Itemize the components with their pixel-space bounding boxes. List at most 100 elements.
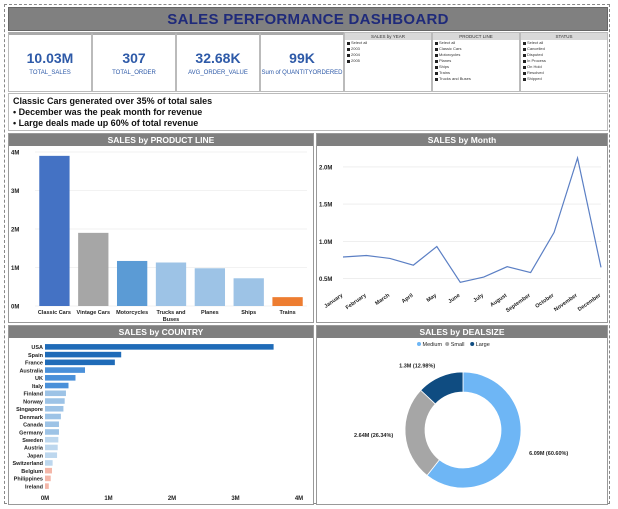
- data-label: 1.3M (12.98%): [399, 364, 435, 370]
- panel-month: SALES by Month 0.5M 1.0M 1.5M 2.0M January Fe…: [316, 133, 608, 323]
- legend-marker: [470, 342, 475, 346]
- slicer-status[interactable]: STATUS Select all Cancelled Disputed In …: [520, 32, 608, 92]
- bar: [45, 436, 59, 443]
- kpi-value: 10.03M: [26, 50, 74, 66]
- x-tick-label: Ships: [241, 310, 256, 316]
- x-tick-label: Vintage Cars: [77, 310, 111, 316]
- y-tick-label: 2M: [11, 228, 19, 234]
- insight-text: December was the peak month for revenue: [18, 107, 203, 117]
- panel-title: SALES by DEALSIZE: [317, 326, 607, 338]
- x-tick-label: July: [472, 292, 485, 304]
- bar: [45, 483, 49, 489]
- legend-label: Medium: [423, 342, 443, 348]
- data-label: 2.64M (26.34%): [354, 433, 393, 439]
- kpi-label: TOTAL_ORDER: [112, 70, 156, 76]
- bar: [45, 344, 274, 350]
- kpi-label: TOTAL_SALES: [29, 70, 71, 76]
- y-tick-label: Ireland: [25, 484, 43, 490]
- legend-marker: [445, 342, 450, 346]
- bar: [45, 421, 59, 428]
- slicer-row: SALES by YEAR Select all 2003 2004 2005 …: [344, 32, 608, 92]
- country-bar-chart: USA Spain FranceAustralia UK Italy FinlandNor…: [12, 344, 303, 502]
- kpi-label: Sum of QUANTITYORDERED: [261, 70, 343, 76]
- bar: [78, 232, 109, 306]
- x-tick-label: March: [374, 292, 391, 307]
- bar: [45, 452, 58, 458]
- legend-marker: [417, 342, 421, 346]
- legend-label: Small: [451, 342, 465, 348]
- kpi-row: 10.03M TOTAL_SALES 307 TOTAL_ORDER 32.68…: [8, 32, 344, 92]
- bar: [116, 260, 148, 306]
- x-tick-label: June: [447, 293, 461, 305]
- bar: [45, 382, 69, 389]
- bar: [45, 398, 65, 404]
- x-tick-label: 1M: [104, 496, 112, 502]
- y-tick-label: France: [25, 361, 43, 367]
- panel-title: SALES by COUNTRY: [9, 326, 313, 338]
- x-tick-label: December: [577, 292, 603, 313]
- series-line: [342, 155, 602, 283]
- y-tick-label: Sweden: [22, 438, 43, 444]
- panel-product-line: SALES by PRODUCT LINE 0M 1M 2M 3M 4M Classic …: [8, 133, 314, 323]
- y-tick-label: Norway: [23, 399, 44, 405]
- x-tick-label: January: [323, 292, 344, 310]
- bar: [45, 375, 76, 381]
- x-tick-label: May: [426, 292, 439, 304]
- product-line-bar-chart: 0M 1M 2M 3M 4M Classic Cars Vintage Cars Motorc…: [11, 151, 307, 322]
- x-tick-label: February: [345, 292, 368, 311]
- y-tick-label: 1.5M: [319, 203, 332, 209]
- bar: [194, 268, 226, 306]
- y-tick-label: UK: [35, 376, 43, 382]
- bar: [45, 467, 52, 474]
- y-tick-label: Finland: [23, 392, 43, 398]
- x-tick-label: October: [535, 292, 556, 310]
- insights-box: Classic Cars generated over 35% of total…: [8, 93, 608, 131]
- x-tick-label: Trains: [279, 310, 295, 316]
- bar: [45, 413, 61, 420]
- kpi-total-order: 307 TOTAL_ORDER: [92, 32, 176, 92]
- y-tick-label: 3M: [11, 189, 19, 195]
- x-tick-label: 3M: [231, 496, 239, 502]
- kpi-avg-order-value: 32.68K AVG_ORDER_VALUE: [176, 32, 260, 92]
- slicer-option[interactable]: Shipped: [521, 76, 607, 82]
- insight-text: Classic Cars generated over 35% of total…: [13, 96, 213, 106]
- x-tick-label: April: [401, 292, 415, 304]
- panel-title: SALES by PRODUCT LINE: [9, 134, 313, 146]
- y-tick-label: Canada: [23, 423, 44, 429]
- x-tick-label: August: [489, 293, 508, 309]
- kpi-value: 307: [122, 50, 146, 66]
- slicer-title: STATUS: [521, 33, 607, 40]
- y-tick-label: Japan: [27, 453, 44, 459]
- y-tick-label: Spain: [28, 353, 44, 359]
- insight-line: • December was the peak month for revenu…: [13, 107, 203, 117]
- bar: [45, 390, 66, 397]
- y-tick-label: 1.0M: [319, 240, 332, 246]
- dashboard-title-bar: SALES PERFORMANCE DASHBOARD: [8, 7, 608, 31]
- bar: [155, 262, 187, 306]
- x-tick-label: Classic Cars: [38, 310, 71, 316]
- panel-country: SALES by COUNTRY USA Spain France Australia…: [8, 325, 314, 505]
- y-tick-label: Germany: [19, 430, 44, 436]
- bar: [45, 405, 64, 412]
- slicer-year[interactable]: SALES by YEAR Select all 2003 2004 2005: [344, 32, 432, 92]
- panel-dealsize: SALES by DEALSIZE Medium Small Large 6.09M …: [316, 325, 608, 505]
- bar: [45, 429, 59, 435]
- bar: [45, 351, 122, 358]
- kpi-quantity-ordered: 99K Sum of QUANTITYORDERED: [260, 32, 344, 92]
- bar: [45, 367, 86, 373]
- slicer-option[interactable]: Trucks and Buses: [433, 76, 519, 82]
- y-tick-label: Italy: [32, 384, 44, 390]
- dashboard-title: SALES PERFORMANCE DASHBOARD: [167, 10, 449, 28]
- slicer-product-line[interactable]: PRODUCT LINE Select all Classic Cars Mot…: [432, 32, 520, 92]
- y-tick-label: Singapore: [16, 407, 43, 413]
- y-tick-label: Belgium: [21, 469, 43, 475]
- insight-line: • Large deals made up 60% of total reven…: [13, 118, 199, 128]
- data-label: 6.09M (60.60%): [529, 451, 568, 457]
- insight-line: Classic Cars generated over 35% of total…: [13, 96, 603, 107]
- slicer-option[interactable]: 2005: [345, 58, 431, 64]
- y-tick-label: 2.0M: [319, 165, 332, 171]
- kpi-total-sales: 10.03M TOTAL_SALES: [8, 32, 92, 92]
- x-tick-label: Trucks and: [156, 310, 185, 316]
- slicer-title: SALES by YEAR: [345, 33, 431, 40]
- y-tick-label: Denmark: [19, 415, 43, 421]
